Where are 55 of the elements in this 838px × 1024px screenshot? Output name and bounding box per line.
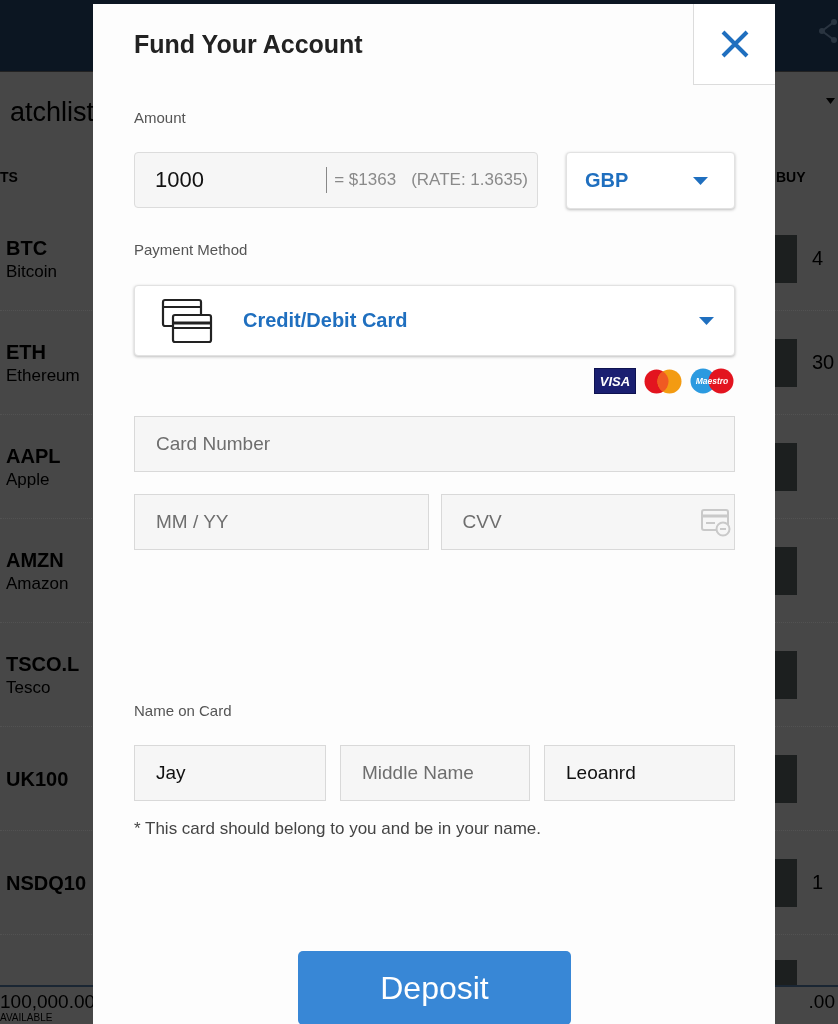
card-number-field[interactable]: Card Number bbox=[134, 416, 735, 472]
dialog-title: Fund Your Account bbox=[134, 30, 363, 59]
payment-method-select[interactable]: Credit/Debit Card bbox=[134, 285, 735, 356]
card-ownership-note: * This card should belong to you and be in your name. bbox=[134, 819, 542, 839]
column-header: BUY bbox=[776, 169, 807, 185]
caret-icon[interactable] bbox=[693, 176, 708, 185]
asset-symbol: ETH bbox=[6, 339, 46, 365]
amount-label: Amount bbox=[134, 108, 187, 128]
balance-amount: 100,000.00 bbox=[0, 992, 96, 1012]
cvv-field[interactable]: CVV bbox=[440, 494, 735, 550]
share-icon[interactable] bbox=[817, 18, 837, 44]
name-field[interactable]: Leoanrd bbox=[544, 745, 735, 801]
asset-name: Bitcoin bbox=[6, 260, 58, 283]
payment-method-label: Payment Method bbox=[134, 240, 249, 260]
asset-name: Apple bbox=[6, 468, 50, 491]
asset-name: Tesco bbox=[6, 676, 51, 699]
close-icon[interactable] bbox=[720, 30, 749, 58]
footer-value: .00 bbox=[808, 992, 835, 1012]
exchange-rate: (RATE: 1.3635) bbox=[411, 170, 528, 190]
credit-card-icon bbox=[161, 297, 213, 344]
trade-button[interactable] bbox=[775, 650, 797, 699]
name-field[interactable]: Middle Name bbox=[340, 745, 530, 801]
asset-symbol: AMZN bbox=[6, 547, 64, 573]
trade-button[interactable] bbox=[775, 546, 797, 595]
name-on-card-label: Name on Card bbox=[134, 701, 233, 721]
name-field[interactable]: Jay bbox=[134, 745, 326, 801]
trade-button[interactable] bbox=[775, 338, 797, 387]
deposit-button[interactable]: Deposit bbox=[298, 951, 571, 1024]
asset-symbol: NSDQ10 bbox=[6, 870, 87, 896]
asset-symbol: TSCO.L bbox=[6, 651, 80, 677]
balance-label: AVAILABLE bbox=[0, 1012, 53, 1023]
card-icon bbox=[701, 509, 731, 537]
converted-amount: = $1363 bbox=[334, 170, 397, 190]
buy-price: 1 bbox=[812, 871, 824, 893]
asset-name: Amazon bbox=[6, 572, 69, 595]
buy-price: 30 bbox=[812, 351, 835, 373]
currency-select[interactable]: GBP bbox=[566, 152, 735, 209]
watchlist-title: atchlist bbox=[10, 96, 95, 128]
mastercard-logo bbox=[644, 368, 682, 394]
trade-button[interactable] bbox=[775, 858, 797, 907]
asset-symbol: UK100 bbox=[6, 766, 69, 792]
caret-icon[interactable] bbox=[699, 316, 714, 325]
visa-logo: VISA bbox=[594, 368, 636, 394]
trade-button[interactable] bbox=[775, 754, 797, 803]
buy-price: 4 bbox=[812, 247, 824, 269]
trade-button[interactable] bbox=[775, 442, 797, 491]
trade-button[interactable] bbox=[775, 960, 797, 985]
asset-symbol: AAPL bbox=[6, 443, 61, 469]
close-button[interactable] bbox=[693, 4, 775, 85]
caret-icon[interactable] bbox=[826, 98, 835, 104]
expiry-field[interactable]: MM / YY bbox=[134, 494, 429, 550]
column-header: TS bbox=[0, 169, 18, 185]
asset-name: Ethereum bbox=[6, 364, 80, 387]
asset-symbol: BTC bbox=[6, 235, 48, 261]
trade-button[interactable] bbox=[775, 234, 797, 283]
